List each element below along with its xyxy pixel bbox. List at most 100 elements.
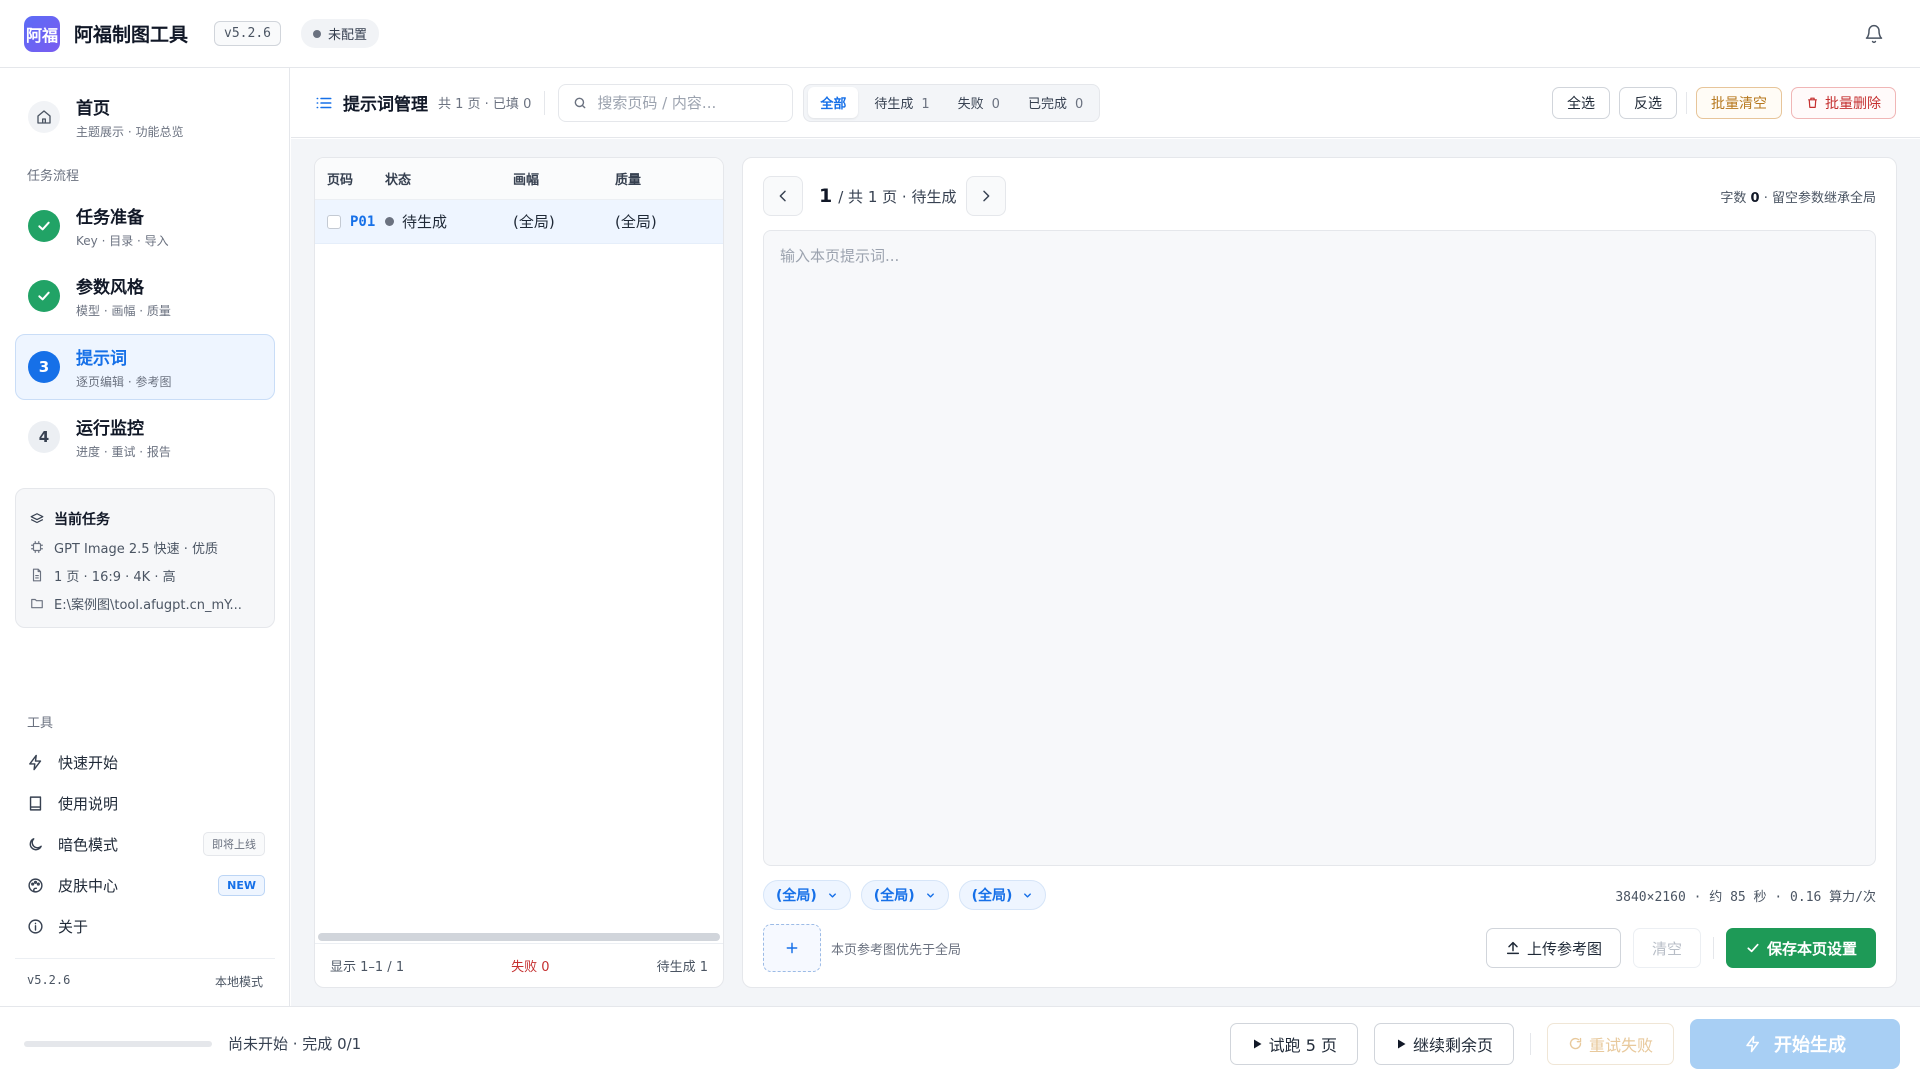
file-icon	[30, 568, 44, 582]
size-override-select[interactable]: (全局)	[860, 880, 949, 910]
row-checkbox[interactable]	[327, 214, 341, 229]
chevron-left-icon	[775, 188, 791, 204]
page-list-panel: 页码 状态 画幅 质量 P01 待生成 (全局) (全局) 显示 1–1 / 1…	[314, 157, 724, 988]
palette-icon	[27, 877, 44, 894]
plus-icon	[784, 940, 800, 956]
showing-count: 显示 1–1 / 1	[330, 960, 405, 975]
upload-reference-button[interactable]: 上传参考图	[1485, 928, 1621, 968]
quality-override-select[interactable]: (全局)	[958, 880, 1047, 910]
bottom-action-bar: 尚未开始 · 完成 0/1 试跑 5 页 继续剩余页 重试失败 开始生成	[0, 1006, 1920, 1080]
page-indicator: 1 / 共 1 页 · 待生成	[819, 185, 956, 207]
row-status: 待生成	[402, 213, 448, 231]
tool-item-label: 皮肤中心	[58, 876, 119, 895]
current-task-title-row: 当前任务	[30, 505, 260, 533]
run-actions: 试跑 5 页 继续剩余页 重试失败 开始生成	[1229, 1018, 1900, 1069]
refresh-icon	[1568, 1036, 1583, 1051]
divider	[1686, 91, 1687, 114]
toolbar-actions: 全选 反选 批量清空 批量删除	[1552, 86, 1896, 119]
divider	[1712, 937, 1714, 959]
prompt-textarea[interactable]	[763, 230, 1876, 866]
chevron-down-icon	[925, 890, 936, 901]
sidebar-item-title: 首页	[76, 99, 110, 119]
search-icon	[573, 96, 587, 110]
editor-actions: 上传参考图 清空 保存本页设置	[1485, 928, 1876, 968]
search-box[interactable]	[558, 83, 794, 122]
sidebar-item-sub: 进度 · 重试 · 报告	[76, 445, 171, 459]
retry-failed-button[interactable]: 重试失败	[1546, 1022, 1674, 1065]
tool-item-dark-mode[interactable]: 暗色模式 即将上线	[27, 830, 265, 858]
column-header-quality: 质量	[615, 173, 642, 188]
tool-item-about[interactable]: 关于	[27, 912, 265, 940]
batch-delete-label: 批量删除	[1825, 95, 1881, 112]
chip-label: (全局)	[873, 888, 915, 904]
select-all-button[interactable]: 全选	[1552, 86, 1610, 119]
invert-selection-button[interactable]: 反选	[1619, 86, 1677, 119]
progress-bar	[24, 1040, 212, 1047]
current-task-spec: 1 页 · 16:9 · 4K · 高	[54, 569, 176, 585]
tab-filter-all[interactable]: 全部	[808, 87, 859, 118]
trial-run-button[interactable]: 试跑 5 页	[1229, 1022, 1358, 1065]
search-input[interactable]	[597, 93, 778, 112]
save-page-label: 保存本页设置	[1766, 939, 1857, 958]
continue-remaining-button[interactable]: 继续剩余页	[1373, 1022, 1514, 1065]
table-header: 页码 状态 画幅 质量	[315, 158, 723, 200]
home-icon	[28, 101, 60, 133]
tool-item-label: 快速开始	[58, 753, 119, 772]
lightning-icon	[27, 754, 44, 771]
bell-icon[interactable]	[1864, 24, 1884, 44]
section-label-tools: 工具	[27, 716, 54, 731]
list-icon	[315, 94, 333, 112]
tab-label: 待生成	[874, 97, 914, 112]
tool-item-manual[interactable]: 使用说明	[27, 789, 265, 817]
divider	[544, 90, 546, 115]
prev-page-button[interactable]	[763, 176, 803, 216]
sidebar: 首页 主题展示 · 功能总览 任务流程 任务准备 Key · 目录 · 导入 参…	[0, 68, 290, 1006]
char-count-hint: · 留空参数继承全局	[1763, 190, 1876, 206]
next-page-button[interactable]	[966, 176, 1007, 216]
model-override-select[interactable]: (全局)	[763, 880, 851, 910]
sidebar-item-task-prep[interactable]: 任务准备 Key · 目录 · 导入	[15, 193, 275, 259]
layers-icon	[30, 512, 44, 526]
tab-filter-pending[interactable]: 待生成 1	[862, 87, 941, 118]
tool-item-skin-center[interactable]: 皮肤中心 NEW	[27, 871, 265, 899]
sidebar-item-sub: 模型 · 画幅 · 质量	[76, 304, 171, 318]
sidebar-item-home[interactable]: 首页 主题展示 · 功能总览	[15, 84, 275, 150]
page-param-chips: (全局) (全局) (全局) 3840×2160 · 约 85 秒 · 0.16…	[763, 880, 1876, 910]
horizontal-scrollbar[interactable]	[318, 933, 720, 941]
tab-count: 0	[991, 97, 1000, 112]
step-number-badge: 4	[28, 421, 60, 453]
column-header-size: 画幅	[513, 173, 540, 188]
tab-filter-done[interactable]: 已完成 0	[1016, 87, 1095, 118]
tab-count: 0	[1074, 97, 1084, 112]
tab-label: 全部	[820, 97, 847, 112]
batch-delete-button[interactable]: 批量删除	[1791, 86, 1896, 119]
new-badge: NEW	[218, 874, 265, 896]
page-count-meta: 共 1 页 · 已填 0	[438, 97, 532, 112]
start-generation-button[interactable]: 开始生成	[1690, 1018, 1900, 1069]
save-page-button[interactable]: 保存本页设置	[1725, 928, 1876, 968]
add-reference-button[interactable]	[763, 924, 821, 972]
app-logo: 阿福	[24, 15, 60, 52]
clear-button[interactable]: 清空	[1632, 928, 1701, 968]
tool-item-quick-start[interactable]: 快速开始	[27, 748, 265, 776]
tab-filter-failed[interactable]: 失败 0	[946, 87, 1012, 118]
tab-label: 失败	[957, 97, 984, 112]
status-dot-icon	[385, 217, 394, 226]
folder-icon	[30, 596, 44, 610]
chevron-down-icon	[827, 890, 838, 901]
start-generation-label: 开始生成	[1774, 1034, 1846, 1056]
sidebar-item-prompts[interactable]: 3 提示词 逐页编辑 · 参考图	[15, 334, 275, 400]
info-icon	[27, 918, 44, 935]
sidebar-item-title: 任务准备	[76, 208, 144, 228]
tool-item-label: 使用说明	[58, 794, 119, 813]
prompt-toolbar: 提示词管理 共 1 页 · 已填 0 全部 待生成 1 失败 0 已完成 0 全选	[291, 68, 1920, 138]
sidebar-item-title: 参数风格	[76, 278, 144, 298]
sidebar-item-monitor[interactable]: 4 运行监控 进度 · 重试 · 报告	[15, 404, 275, 470]
tool-item-label: 暗色模式	[58, 835, 119, 854]
continue-remaining-label: 继续剩余页	[1412, 1035, 1493, 1055]
batch-clear-button[interactable]: 批量清空	[1696, 86, 1782, 119]
step-number-badge: 3	[28, 351, 60, 383]
table-row[interactable]: P01 待生成 (全局) (全局)	[315, 200, 723, 244]
config-status-chip[interactable]: 未配置	[300, 19, 379, 48]
sidebar-item-params[interactable]: 参数风格 模型 · 画幅 · 质量	[15, 263, 275, 329]
